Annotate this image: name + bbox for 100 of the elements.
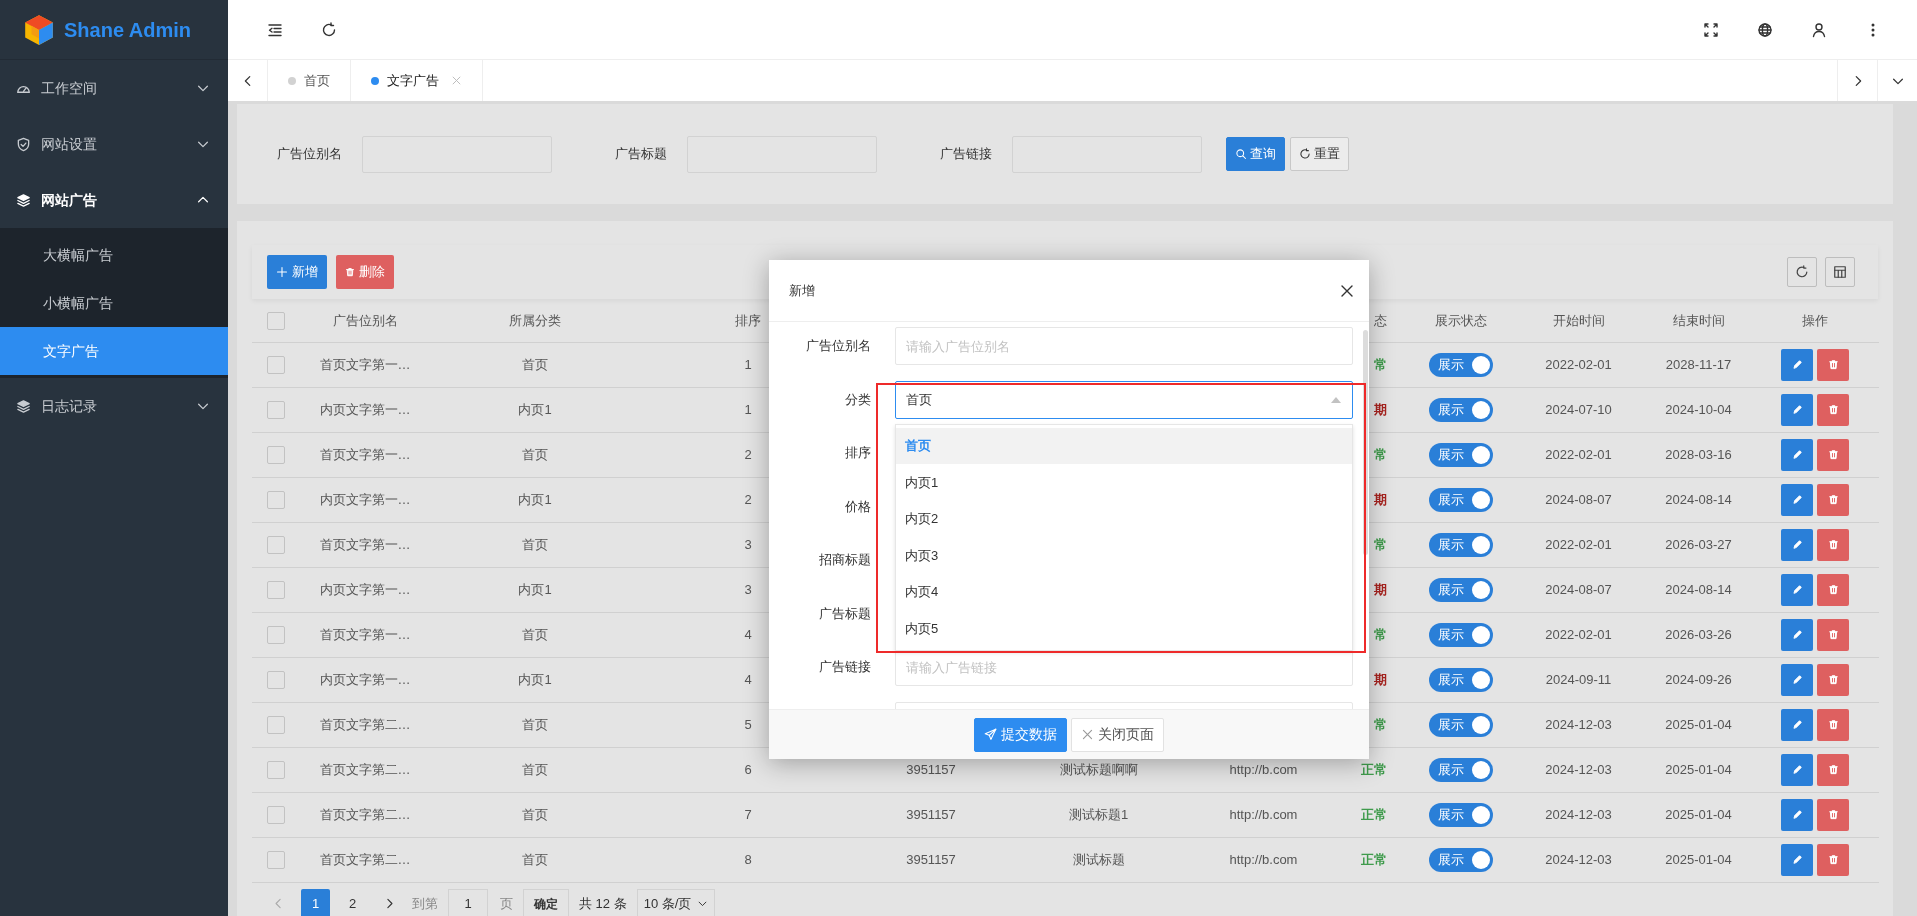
toggle-switch[interactable]: 展示 — [1429, 577, 1493, 602]
sidebar-subitem[interactable]: 小横幅广告 — [0, 279, 228, 327]
page-input[interactable]: 1 — [448, 889, 488, 916]
checkbox[interactable] — [267, 581, 285, 600]
checkbox[interactable] — [267, 806, 285, 825]
dropdown-option[interactable]: 内页4 — [896, 573, 1352, 610]
menu-label: 工作空间 — [41, 78, 98, 98]
toggle-switch[interactable]: 展示 — [1429, 757, 1493, 782]
column-header: 展示状态 — [1435, 312, 1487, 328]
sidebar-menu-item[interactable]: 日志记录 — [0, 378, 228, 434]
dropdown-option[interactable]: 内页1 — [896, 464, 1352, 501]
page-size-select[interactable]: 10 条/页 — [636, 889, 716, 916]
delete-button[interactable] — [1817, 348, 1849, 381]
edit-button[interactable] — [1781, 843, 1813, 876]
toggle-switch[interactable]: 展示 — [1429, 712, 1493, 737]
toggle-switch[interactable]: 展示 — [1429, 397, 1493, 422]
menu-icon[interactable] — [267, 21, 283, 38]
trash-icon — [1827, 404, 1839, 415]
edit-button[interactable] — [1781, 393, 1813, 426]
column-header: 广告位别名 — [332, 312, 398, 328]
toggle-switch[interactable]: 展示 — [1429, 847, 1493, 872]
delete-button[interactable] — [1817, 483, 1849, 516]
toggle-switch[interactable]: 展示 — [1429, 622, 1493, 647]
delete-button[interactable] — [1817, 663, 1849, 696]
sidebar-menu-item[interactable]: 网站设置 — [0, 116, 228, 172]
checkbox[interactable] — [267, 851, 285, 870]
dropdown-option[interactable]: 内页2 — [896, 500, 1352, 537]
table-cell: 内页文字第一… — [319, 581, 411, 597]
search-button[interactable]: 查询 — [1226, 137, 1285, 171]
column-header: 结束时间 — [1672, 312, 1725, 328]
globe-icon[interactable] — [1757, 21, 1773, 38]
page-tab[interactable]: 首页 — [268, 60, 351, 101]
checkbox[interactable] — [267, 536, 285, 555]
toggle-switch[interactable]: 展示 — [1429, 487, 1493, 512]
checkbox[interactable] — [267, 312, 285, 331]
toggle-switch[interactable]: 展示 — [1429, 442, 1493, 467]
confirm-button[interactable]: 确定 — [523, 889, 569, 916]
table-cell: 2024-12-03 — [1545, 761, 1612, 777]
edit-button[interactable] — [1781, 348, 1813, 381]
toggle-switch[interactable]: 展示 — [1429, 802, 1493, 827]
delete-button[interactable] — [1817, 843, 1849, 876]
edit-button[interactable] — [1781, 753, 1813, 786]
add-button[interactable]: 新增 — [267, 255, 327, 289]
edit-button[interactable] — [1781, 708, 1813, 741]
checkbox[interactable] — [267, 401, 285, 420]
checkbox[interactable] — [267, 671, 285, 690]
columns-button[interactable] — [1825, 257, 1855, 287]
checkbox[interactable] — [267, 716, 285, 735]
close-button[interactable]: 关闭页面 — [1071, 717, 1164, 752]
delete-button[interactable]: 删除 — [336, 255, 394, 289]
refresh-button[interactable] — [1787, 257, 1817, 287]
menu-label: 网站广告 — [41, 190, 98, 210]
page-button[interactable]: 1 — [301, 889, 330, 916]
delete-button[interactable] — [1817, 528, 1849, 561]
edit-button[interactable] — [1781, 573, 1813, 606]
delete-button[interactable] — [1817, 708, 1849, 741]
table-cell: 8 — [744, 851, 752, 867]
delete-button[interactable] — [1817, 393, 1849, 426]
page-button[interactable]: 2 — [338, 889, 367, 916]
edit-button[interactable] — [1781, 483, 1813, 516]
sidebar-menu-item[interactable]: 工作空间 — [0, 60, 228, 116]
trash-icon — [1827, 494, 1839, 505]
delete-button[interactable] — [1817, 438, 1849, 471]
table-cell: 首页 — [522, 536, 548, 552]
checkbox[interactable] — [267, 626, 285, 645]
sidebar-menu-item[interactable]: 网站广告 — [0, 172, 228, 228]
edit-button[interactable] — [1781, 618, 1813, 651]
page-tab[interactable]: 文字广告 — [351, 60, 483, 101]
checkbox[interactable] — [267, 491, 285, 510]
edit-button[interactable] — [1781, 663, 1813, 696]
checkbox[interactable] — [267, 446, 285, 465]
delete-button[interactable] — [1817, 798, 1849, 831]
fullscreen-icon[interactable] — [1703, 21, 1719, 38]
table-cell: 首页文字第二… — [319, 761, 411, 777]
checkbox[interactable] — [267, 356, 285, 375]
dropdown-option[interactable]: 内页5 — [896, 610, 1352, 647]
pencil-icon — [1791, 359, 1803, 370]
edit-button[interactable] — [1781, 798, 1813, 831]
table-cell: 首页文字第二… — [319, 851, 411, 867]
refresh-icon[interactable] — [321, 21, 337, 38]
page-unit-label: 页 — [500, 894, 513, 913]
scrollbar[interactable] — [1363, 330, 1368, 555]
select-field[interactable]: 首页 — [895, 380, 1353, 419]
checkbox[interactable] — [267, 761, 285, 780]
delete-button[interactable] — [1817, 753, 1849, 786]
delete-button[interactable] — [1817, 573, 1849, 606]
dropdown-option[interactable]: 内页3 — [896, 537, 1352, 574]
toggle-switch[interactable]: 展示 — [1429, 532, 1493, 557]
sidebar-subitem[interactable]: 大横幅广告 — [0, 231, 228, 279]
edit-button[interactable] — [1781, 528, 1813, 561]
toggle-switch[interactable]: 展示 — [1429, 352, 1493, 377]
table-cell: 4 — [744, 671, 752, 687]
trash-icon — [1827, 449, 1839, 460]
table-cell: 2022-02-01 — [1545, 626, 1612, 642]
table-cell: 2022-02-01 — [1545, 536, 1612, 552]
toggle-switch[interactable]: 展示 — [1429, 667, 1493, 692]
delete-button[interactable] — [1817, 618, 1849, 651]
user-icon[interactable] — [1811, 21, 1827, 38]
edit-button[interactable] — [1781, 438, 1813, 471]
reset-button[interactable]: 重置 — [1290, 137, 1349, 171]
